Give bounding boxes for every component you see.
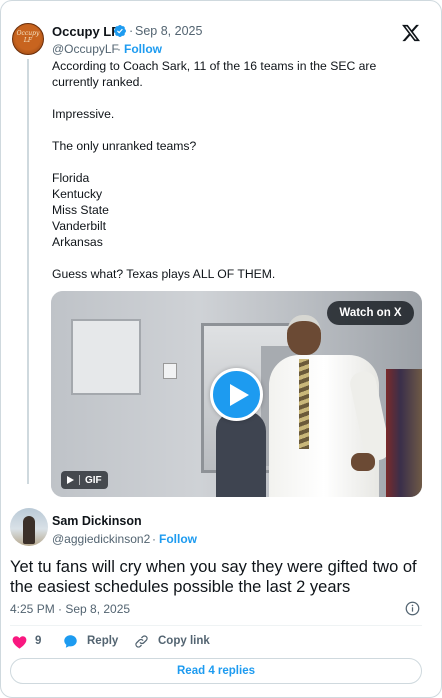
- verified-badge-icon: [114, 25, 126, 37]
- divider: [10, 625, 422, 626]
- follow-button[interactable]: Follow: [159, 532, 197, 546]
- gif-scene-coats: [386, 369, 422, 497]
- reply-bubble-icon[interactable]: [63, 634, 78, 649]
- thread-line: [27, 59, 29, 484]
- reply-author-handle[interactable]: @aggiedickinson2: [52, 532, 150, 546]
- gif-scene-person: [269, 311, 399, 497]
- gif-scene-sign: [163, 363, 177, 379]
- embedded-tweet-card: Occupy LF Occupy LF · Sep 8, 2025 @Occup…: [0, 0, 442, 698]
- separator-dot: ·: [117, 42, 121, 56]
- play-icon: [230, 384, 249, 406]
- gif-media[interactable]: Watch on X GIF: [51, 291, 422, 497]
- copy-link-button[interactable]: Copy link: [158, 635, 210, 647]
- link-icon[interactable]: [134, 634, 149, 649]
- gif-scene-whiteboard: [71, 319, 141, 395]
- follow-button[interactable]: Follow: [124, 42, 162, 56]
- separator-dot: ·: [129, 24, 134, 38]
- reply-tweet-text: Yet tu fans will cry when you say they w…: [10, 558, 417, 596]
- tweet-paragraph: Guess what? Texas plays ALL OF THEM.: [52, 267, 276, 281]
- gif-label: GIF: [85, 474, 102, 486]
- like-count[interactable]: 9: [35, 635, 41, 647]
- tweet-paragraph-team-list: Florida Kentucky Miss State Vanderbilt A…: [52, 171, 109, 249]
- quoted-author-name[interactable]: Occupy LF: [52, 24, 119, 39]
- reply-button[interactable]: Reply: [87, 635, 118, 647]
- quoted-handle[interactable]: @OccupyLF: [52, 42, 119, 56]
- watch-on-x-button[interactable]: Watch on X: [327, 301, 414, 325]
- play-small-icon: [67, 476, 74, 484]
- separator-dot: ·: [152, 532, 156, 546]
- tweet-timestamp[interactable]: 4:25 PM · Sep 8, 2025: [10, 602, 130, 616]
- gif-badge: GIF: [61, 471, 108, 489]
- avatar-text: Occupy LF: [16, 30, 40, 44]
- play-button[interactable]: [210, 368, 263, 421]
- x-logo-icon[interactable]: [401, 23, 421, 43]
- reply-author-name[interactable]: Sam Dickinson: [52, 514, 142, 528]
- quoted-tweet-text: According to Coach Sark, 11 of the 16 te…: [52, 58, 422, 282]
- reply-author-avatar[interactable]: [10, 508, 48, 546]
- occupylf-avatar[interactable]: Occupy LF: [12, 23, 44, 55]
- tweet-paragraph: Impressive.: [52, 107, 115, 121]
- info-icon[interactable]: [405, 601, 420, 616]
- heart-icon[interactable]: [12, 635, 27, 649]
- gif-scene-background-person: [216, 411, 266, 497]
- tweet-paragraph: The only unranked teams?: [52, 139, 197, 153]
- tweet-paragraph: According to Coach Sark, 11 of the 16 te…: [52, 59, 380, 89]
- quoted-date[interactable]: Sep 8, 2025: [135, 24, 202, 38]
- read-replies-button[interactable]: Read 4 replies: [10, 658, 422, 684]
